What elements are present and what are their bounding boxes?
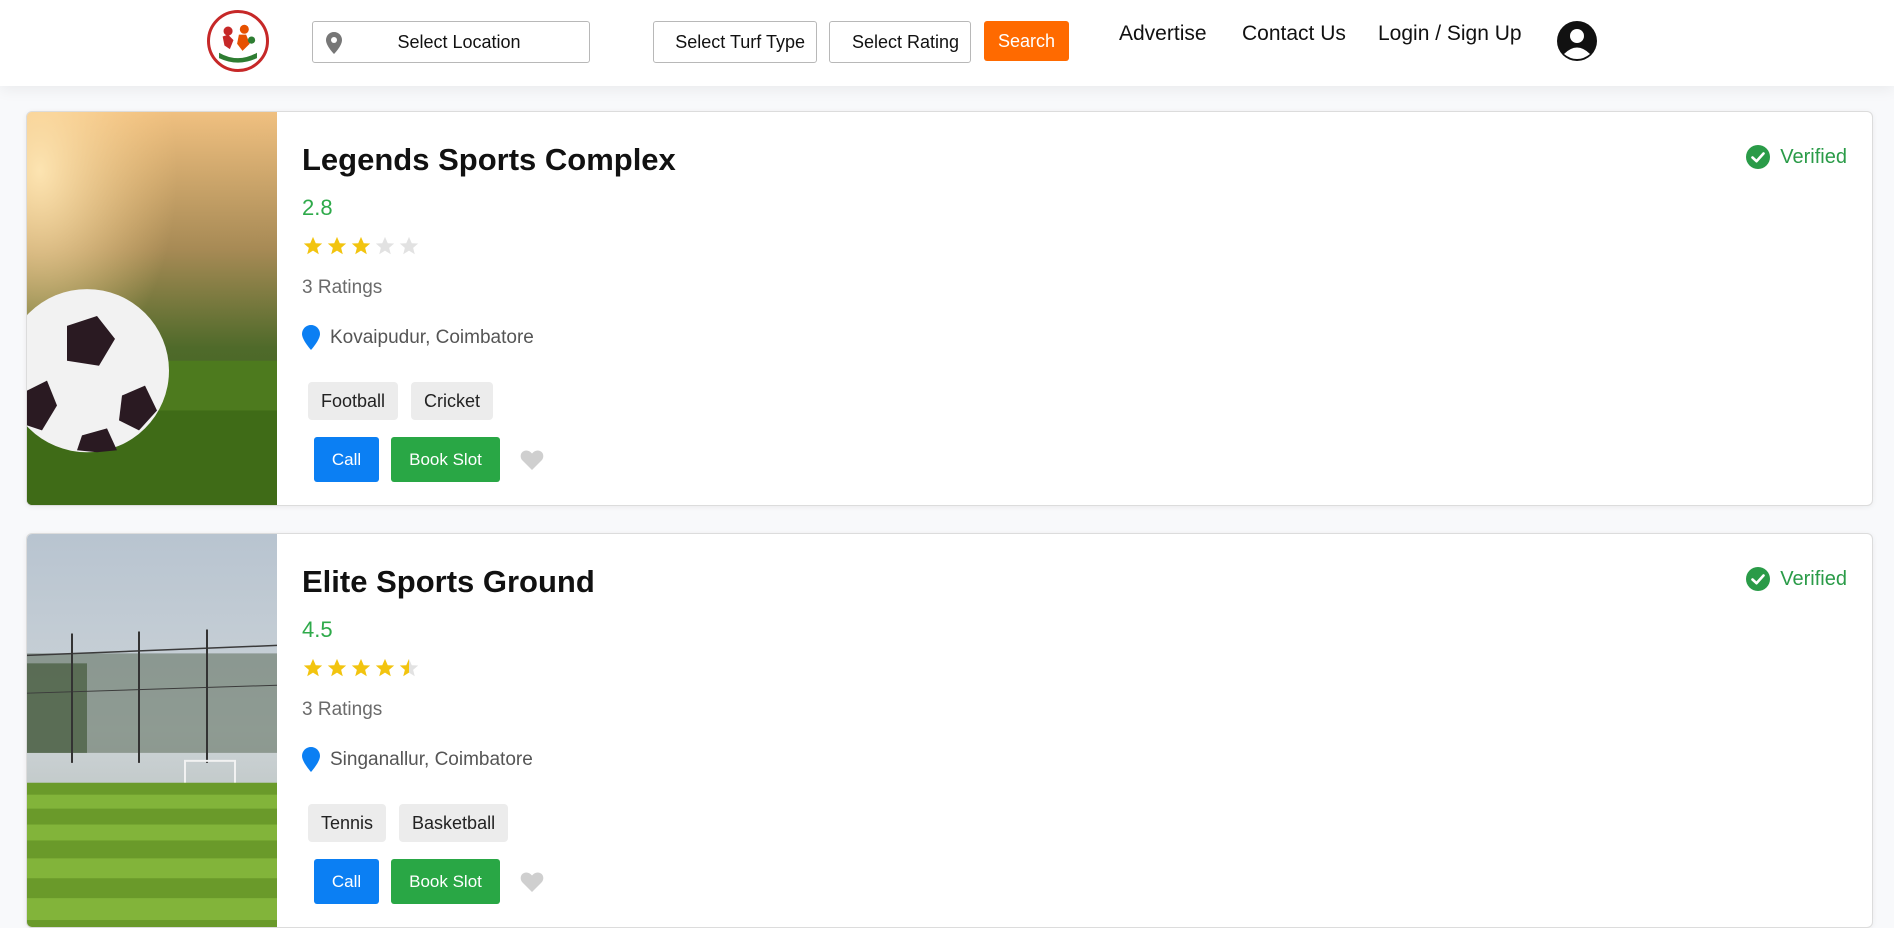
sport-tag: Tennis (308, 804, 387, 842)
ratings-count: 3 Ratings (302, 699, 383, 720)
star-full-icon (302, 235, 324, 257)
listing-card[interactable]: Legends Sports Complex 2.8 3 Ratings Kov… (26, 111, 1873, 506)
star-full-icon (326, 657, 348, 679)
star-empty-icon (374, 235, 396, 257)
listing-rating-value: 4.5 (302, 617, 333, 642)
verified-badge: Verified (1746, 145, 1847, 169)
book-slot-button[interactable]: Book Slot (391, 859, 500, 904)
logo-emblem-icon (212, 15, 264, 67)
nav-contact-link[interactable]: Contact Us (1242, 22, 1346, 46)
nav-login-link[interactable]: Login / Sign Up (1378, 22, 1522, 46)
user-avatar-icon[interactable] (1557, 21, 1597, 61)
listing-location: Kovaipudur, Coimbatore (302, 325, 534, 350)
site-logo[interactable] (207, 10, 269, 72)
star-full-icon (350, 235, 372, 257)
sport-tag: Basketball (399, 804, 509, 842)
sport-tags: Tennis Basketball (308, 804, 509, 842)
verified-badge: Verified (1746, 567, 1847, 591)
listing-actions: Call Book Slot (314, 859, 544, 904)
listing-name[interactable]: Elite Sports Ground (302, 564, 595, 600)
call-button[interactable]: Call (314, 859, 379, 904)
listing-actions: Call Book Slot (314, 437, 544, 482)
listing-photo[interactable] (27, 534, 277, 927)
football-photo-icon (27, 112, 277, 505)
star-rating (302, 657, 420, 685)
sport-tag: Cricket (411, 382, 494, 420)
sport-tag: Football (308, 382, 399, 420)
sports-ground-photo-icon (27, 534, 277, 927)
location-pin-icon (302, 325, 320, 350)
listing-photo[interactable] (27, 112, 277, 505)
listing-location: Singanallur, Coimbatore (302, 747, 533, 772)
ratings-count: 3 Ratings (302, 277, 383, 298)
listing-rating-value: 2.8 (302, 195, 333, 220)
call-button[interactable]: Call (314, 437, 379, 482)
turf-type-select[interactable]: Select Turf Type (653, 21, 817, 63)
heart-icon[interactable] (520, 449, 544, 471)
nav-advertise-link[interactable]: Advertise (1119, 22, 1207, 46)
star-full-icon (326, 235, 348, 257)
check-circle-icon (1746, 567, 1771, 591)
star-empty-icon (398, 235, 420, 257)
location-select[interactable]: Select Location (312, 21, 590, 63)
rating-select[interactable]: Select Rating (829, 21, 971, 63)
location-text: Kovaipudur, Coimbatore (330, 326, 534, 348)
location-select-label: Select Location (397, 31, 521, 52)
verified-label: Verified (1780, 567, 1847, 590)
top-header: Select Location Select Turf Type Select … (0, 0, 1894, 86)
star-half-icon (398, 657, 420, 679)
star-rating (302, 235, 420, 263)
location-text: Singanallur, Coimbatore (330, 748, 533, 770)
star-full-icon (302, 657, 324, 679)
listing-card[interactable]: Elite Sports Ground 4.5 3 Ratings Singan… (26, 533, 1873, 928)
book-slot-button[interactable]: Book Slot (391, 437, 500, 482)
sport-tags: Football Cricket (308, 382, 494, 420)
check-circle-icon (1746, 145, 1771, 169)
star-full-icon (374, 657, 396, 679)
search-button[interactable]: Search (984, 21, 1069, 61)
map-pin-icon (326, 32, 342, 54)
listing-name[interactable]: Legends Sports Complex (302, 142, 676, 178)
heart-icon[interactable] (520, 871, 544, 893)
location-pin-icon (302, 747, 320, 772)
star-full-icon (350, 657, 372, 679)
verified-label: Verified (1780, 145, 1847, 168)
